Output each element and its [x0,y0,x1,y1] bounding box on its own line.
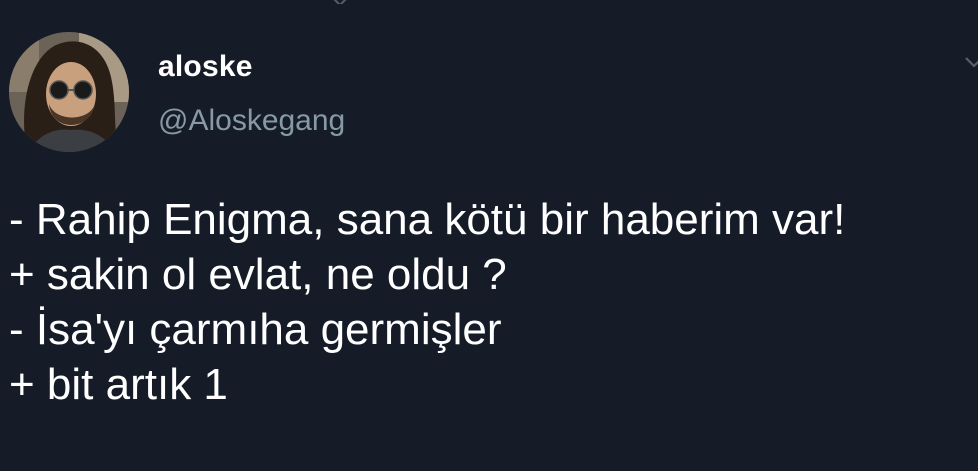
avatar[interactable] [9,32,129,152]
tweet-line: + bit artık 1 [9,360,228,409]
tweet-line: + sakin ol evlat, ne oldu ? [9,250,507,299]
chevron-down-icon[interactable] [964,52,978,70]
profile-photo-icon [9,32,129,152]
tweet-text: - Rahip Enigma, sana kötü bir haberim va… [9,192,969,412]
user-handle[interactable]: @Aloskegang [158,104,345,138]
scroll-fragment [330,0,350,4]
tweet-line: - İsa'yı çarmıha germişler [9,305,502,354]
display-name[interactable]: aloske [158,50,253,84]
tweet-line: - Rahip Enigma, sana kötü bir haberim va… [9,195,846,244]
tweet-card: aloske @Aloskegang - Rahip Enigma, sana … [0,0,978,471]
